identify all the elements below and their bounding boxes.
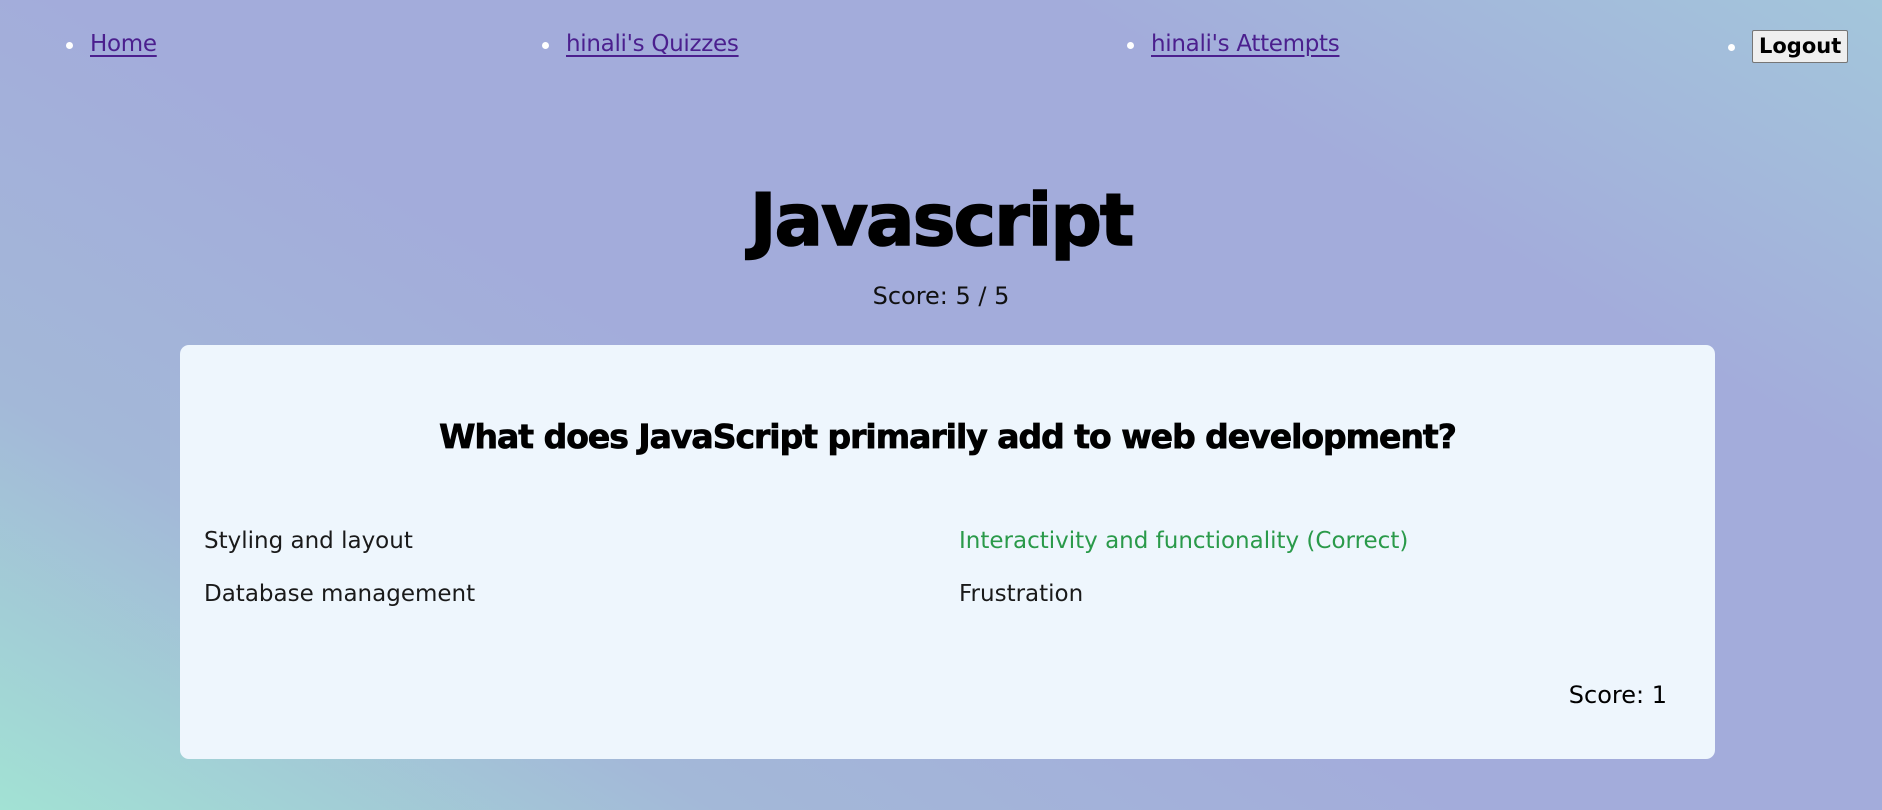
- question-card: What does JavaScript primarily add to we…: [180, 345, 1715, 759]
- my-attempts-link[interactable]: hinali's Attempts: [1151, 31, 1340, 57]
- home-link[interactable]: Home: [90, 31, 157, 57]
- answer-option-correct: Interactivity and functionality (Correct…: [959, 528, 1409, 554]
- nav-item-quizzes: hinali's Quizzes: [542, 28, 739, 60]
- answer-option: Database management: [204, 581, 476, 607]
- nav-item-logout: Logout: [1728, 30, 1849, 63]
- answer-option: Frustration: [959, 581, 1084, 607]
- answer-options: Styling and layout Interactivity and fun…: [204, 525, 1694, 611]
- quiz-title: Javascript: [749, 177, 1135, 263]
- bullet-icon: [1728, 44, 1735, 51]
- answer-option: Styling and layout: [204, 528, 413, 554]
- bullet-icon: [542, 42, 549, 49]
- logout-button[interactable]: Logout: [1752, 30, 1849, 63]
- question-text: What does JavaScript primarily add to we…: [439, 417, 1458, 457]
- my-quizzes-link[interactable]: hinali's Quizzes: [566, 31, 739, 57]
- question-score: Score: 1: [1568, 681, 1667, 709]
- bullet-icon: [66, 42, 73, 49]
- nav-item-attempts: hinali's Attempts: [1127, 28, 1340, 60]
- nav-item-home: Home: [66, 28, 157, 60]
- top-nav: Home hinali's Quizzes hinali's Attempts …: [0, 0, 1882, 90]
- total-score: Score: 5 / 5: [872, 282, 1010, 310]
- bullet-icon: [1127, 42, 1134, 49]
